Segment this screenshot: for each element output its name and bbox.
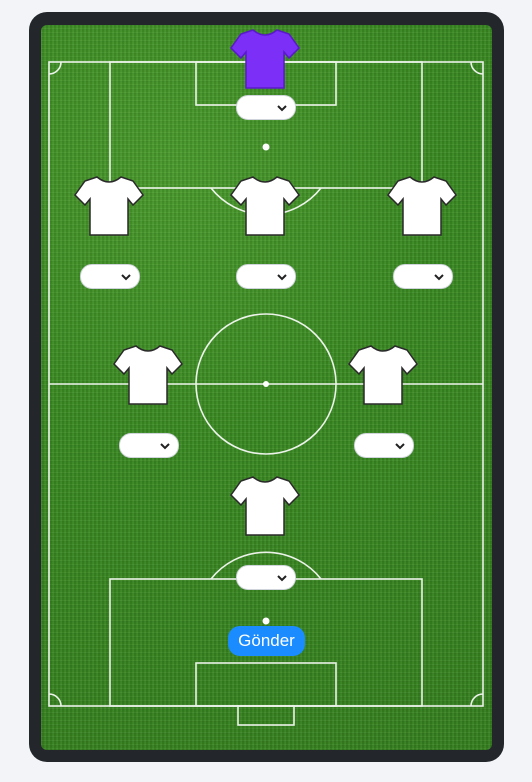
jersey-icon (230, 29, 300, 89)
goalkeeper-player-select[interactable] (236, 95, 296, 120)
right-back-player-select[interactable] (393, 264, 453, 289)
chevron-down-icon (160, 443, 170, 449)
jersey-icon (74, 176, 144, 236)
submit-button[interactable]: Gönder (228, 626, 305, 656)
left-back-player-select[interactable] (80, 264, 140, 289)
chevron-down-icon (121, 274, 131, 280)
forward-player-select[interactable] (236, 565, 296, 590)
chevron-down-icon (434, 274, 444, 280)
right-midfielder-player-select[interactable] (354, 433, 414, 458)
jersey-icon (230, 176, 300, 236)
chevron-down-icon (277, 105, 287, 111)
center-back-player-select[interactable] (236, 264, 296, 289)
jersey-icon (113, 345, 183, 405)
jersey-icon (387, 176, 457, 236)
chevron-down-icon (277, 274, 287, 280)
jersey-icon (230, 476, 300, 536)
chevron-down-icon (277, 575, 287, 581)
chevron-down-icon (395, 443, 405, 449)
jersey-icon (348, 345, 418, 405)
left-midfielder-player-select[interactable] (119, 433, 179, 458)
